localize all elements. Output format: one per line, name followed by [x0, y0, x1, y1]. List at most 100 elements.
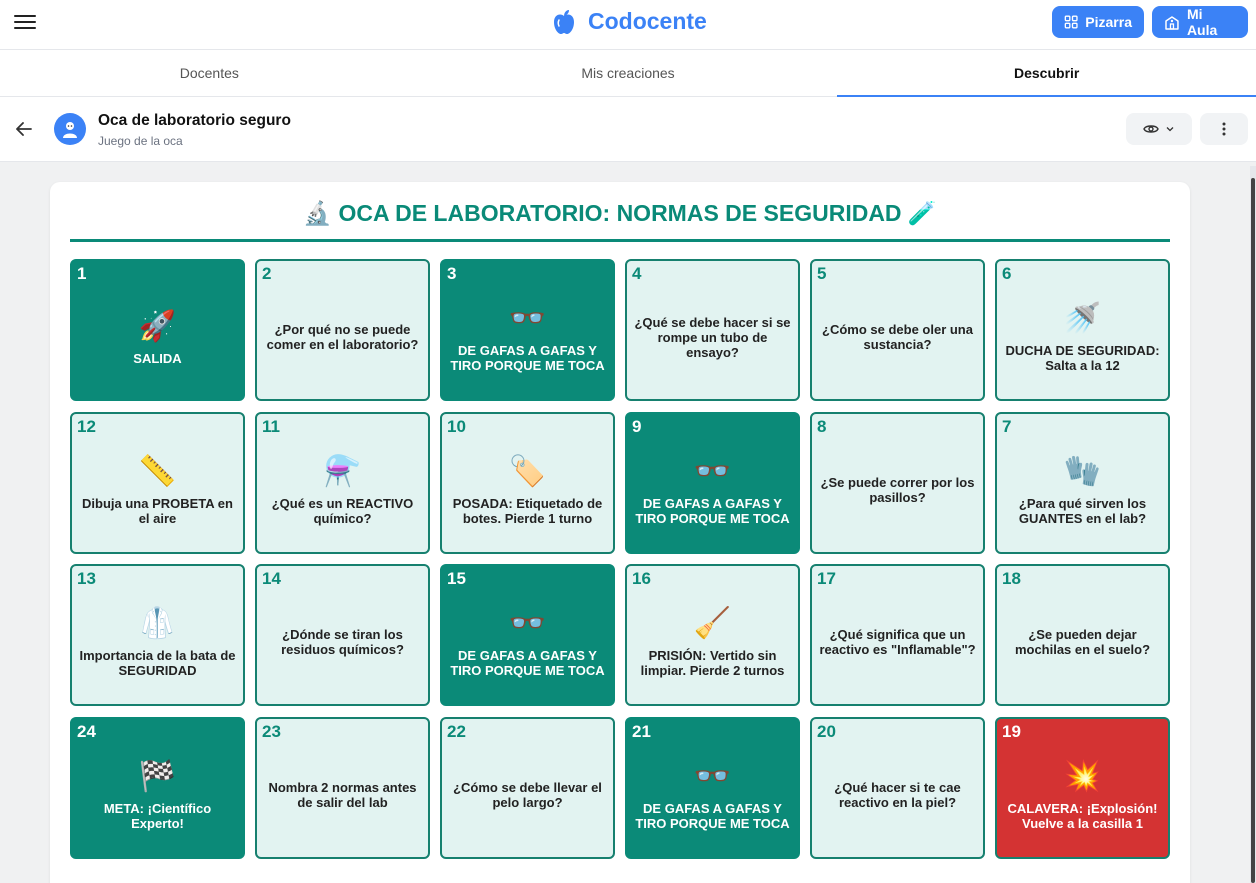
cell-number: 7 [1002, 417, 1012, 436]
mi-aula-button[interactable]: Mi Aula [1152, 6, 1248, 38]
cell-emoji-icon: 👓 [508, 606, 547, 641]
top-bar: Codocente Pizarra Mi Aula [0, 0, 1256, 50]
board-cell[interactable]: 15 👓 DE GAFAS A GAFAS Y TIRO PORQUE ME TOC… [440, 564, 615, 706]
cell-number: 13 [77, 569, 96, 588]
board-title: 🔬 OCA DE LABORATORIO: NORMAS DE SEGURIDA… [303, 200, 937, 226]
hamburger-menu-icon[interactable] [14, 11, 36, 33]
board-cell[interactable]: 6 🚿 DUCHA DE SEGURIDAD: Salta a la 12 [995, 259, 1170, 401]
cell-text: ¿Qué hacer si te cae reactivo en la piel… [834, 780, 961, 810]
cell-text: SALIDA [133, 350, 182, 366]
cell-content: ¿Qué se debe hacer si se rompe un tubo d… [633, 283, 792, 391]
cell-content: 👓 DE GAFAS A GAFAS Y TIRO PORQUE ME TOCA [633, 436, 792, 544]
cell-text: DE GAFAS A GAFAS Y TIRO PORQUE ME TOCA [635, 801, 790, 831]
cell-number: 24 [77, 722, 96, 741]
board-cell[interactable]: 23 Nombra 2 normas antes de salir del lab [255, 717, 430, 859]
cell-content: 🏷️ POSADA: Etiquetado de botes. Pierde 1 … [448, 436, 607, 544]
back-arrow-icon[interactable] [14, 119, 34, 139]
cell-content: 🚀 SALIDA [78, 283, 237, 391]
cell-text: ¿Cómo se debe llevar el pelo largo? [453, 780, 602, 810]
board-cell[interactable]: 8 ¿Se puede correr por los pasillos? [810, 412, 985, 554]
board-cell[interactable]: 20 ¿Qué hacer si te cae reactivo en la pi… [810, 717, 985, 859]
board-cell[interactable]: 21 👓 DE GAFAS A GAFAS Y TIRO PORQUE ME TOC… [625, 717, 800, 859]
board-cell[interactable]: 4 ¿Qué se debe hacer si se rompe un tubo … [625, 259, 800, 401]
cell-content: ¿Se puede correr por los pasillos? [818, 436, 977, 544]
board-cell[interactable]: 22 ¿Cómo se debe llevar el pelo largo? [440, 717, 615, 859]
board-cell[interactable]: 7 🧤 ¿Para qué sirven los GUANTES en el lab… [995, 412, 1170, 554]
cell-emoji-icon: 👓 [693, 454, 732, 489]
brand-logo[interactable]: Codocente [552, 8, 707, 35]
cell-number: 5 [817, 264, 827, 283]
cell-number: 19 [1002, 722, 1021, 741]
cell-emoji-icon: 📏 [138, 454, 177, 489]
board-cell[interactable]: 16 🧹 PRISIÓN: Vertido sin limpiar. Pierde … [625, 564, 800, 706]
resource-subtitle: Juego de la oca [98, 134, 183, 148]
cell-text: POSADA: Etiquetado de botes. Pierde 1 tu… [452, 496, 603, 526]
cell-content: 👓 DE GAFAS A GAFAS Y TIRO PORQUE ME TOCA [448, 283, 607, 391]
cell-content: ¿Dónde se tiran los residuos químicos? [263, 588, 422, 696]
board-cell[interactable]: 12 📏 Dibuja una PROBETA en el aire [70, 412, 245, 554]
cell-text: ¿Se puede correr por los pasillos? [820, 475, 975, 505]
cell-text: PRISIÓN: Vertido sin limpiar. Pierde 2 t… [640, 648, 785, 678]
board-cell[interactable]: 24 🏁 META: ¡Científico Experto! [70, 717, 245, 859]
cell-number: 9 [632, 417, 642, 436]
cell-number: 20 [817, 722, 836, 741]
pizarra-label: Pizarra [1085, 14, 1132, 30]
cell-content: 🧤 ¿Para qué sirven los GUANTES en el lab? [1003, 436, 1162, 544]
tab-docentes[interactable]: Docentes [0, 50, 419, 96]
board-cell[interactable]: 5 ¿Cómo se debe oler una sustancia? [810, 259, 985, 401]
cell-emoji-icon: 🧤 [1063, 454, 1102, 489]
cell-number: 6 [1002, 264, 1012, 283]
game-board-card: 🔬 OCA DE LABORATORIO: NORMAS DE SEGURIDA… [50, 182, 1190, 883]
board-cell[interactable]: 11 ⚗️ ¿Qué es un REACTIVO químico? [255, 412, 430, 554]
scrollbar-thumb[interactable] [1251, 178, 1255, 883]
cell-text: DUCHA DE SEGURIDAD: Salta a la 12 [1005, 343, 1160, 373]
board-cell[interactable]: 18 ¿Se pueden dejar mochilas en el suelo? [995, 564, 1170, 706]
cell-emoji-icon: 🚀 [138, 308, 177, 344]
main-tabs: Docentes Mis creaciones Descubrir [0, 50, 1256, 97]
board-cell[interactable]: 17 ¿Qué significa que un reactivo es "Inf… [810, 564, 985, 706]
cell-number: 22 [447, 722, 466, 741]
tab-mis-creaciones[interactable]: Mis creaciones [419, 50, 838, 96]
cell-number: 4 [632, 264, 642, 283]
cell-text: Importancia de la bata de SEGURIDAD [79, 648, 236, 678]
visibility-dropdown[interactable] [1126, 113, 1192, 145]
cell-text: ¿Qué se debe hacer si se rompe un tubo d… [634, 314, 791, 360]
board-cell[interactable]: 3 👓 DE GAFAS A GAFAS Y TIRO PORQUE ME TOCA [440, 259, 615, 401]
board-cell[interactable]: 9 👓 DE GAFAS A GAFAS Y TIRO PORQUE ME TOCA [625, 412, 800, 554]
cell-text: ¿Cómo se debe oler una sustancia? [822, 322, 973, 352]
pizarra-button[interactable]: Pizarra [1052, 6, 1144, 38]
cell-content: ¿Qué hacer si te cae reactivo en la piel… [818, 741, 977, 849]
apple-icon [554, 9, 574, 34]
cell-number: 18 [1002, 569, 1021, 588]
cell-number: 8 [817, 417, 827, 436]
cell-number: 15 [447, 569, 466, 588]
cell-text: CALAVERA: ¡Explosión! Vuelve a la casill… [1007, 801, 1158, 831]
cell-content: ¿Cómo se debe oler una sustancia? [818, 283, 977, 391]
cell-content: 🥼 Importancia de la bata de SEGURIDAD [78, 588, 237, 696]
board-cell[interactable]: 13 🥼 Importancia de la bata de SEGURIDAD [70, 564, 245, 706]
cell-content: 🚿 DUCHA DE SEGURIDAD: Salta a la 12 [1003, 283, 1162, 391]
title-divider [70, 239, 1170, 242]
cell-emoji-icon: 🏷️ [508, 454, 547, 489]
cell-number: 23 [262, 722, 281, 741]
cell-content: ¿Cómo se debe llevar el pelo largo? [448, 741, 607, 849]
resource-header: Oca de laboratorio seguro Juego de la oc… [0, 97, 1256, 162]
cell-number: 17 [817, 569, 836, 588]
cell-emoji-icon: 🥼 [138, 606, 177, 641]
cell-text: META: ¡Científico Experto! [103, 801, 212, 831]
board-cell[interactable]: 1 🚀 SALIDA [70, 259, 245, 401]
more-options-icon[interactable] [1200, 113, 1248, 145]
cell-number: 2 [262, 264, 272, 283]
board-cell[interactable]: 14 ¿Dónde se tiran los residuos químicos? [255, 564, 430, 706]
cell-content: ¿Se pueden dejar mochilas en el suelo? [1003, 588, 1162, 696]
board-cell[interactable]: 10 🏷️ POSADA: Etiquetado de botes. Pierde … [440, 412, 615, 554]
board-cell[interactable]: 19 💥 CALAVERA: ¡Explosión! Vuelve a la cas… [995, 717, 1170, 859]
cell-content: ¿Qué significa que un reactivo es "Infla… [818, 588, 977, 696]
cell-content: 👓 DE GAFAS A GAFAS Y TIRO PORQUE ME TOCA [448, 588, 607, 696]
cell-number: 11 [262, 417, 280, 436]
board-cell[interactable]: 2 ¿Por qué no se puede comer en el labora… [255, 259, 430, 401]
cell-number: 1 [77, 264, 87, 283]
cell-content: Nombra 2 normas antes de salir del lab [263, 741, 422, 849]
tab-descubrir[interactable]: Descubrir [837, 50, 1256, 97]
cell-text: DE GAFAS A GAFAS Y TIRO PORQUE ME TOCA [450, 343, 605, 373]
